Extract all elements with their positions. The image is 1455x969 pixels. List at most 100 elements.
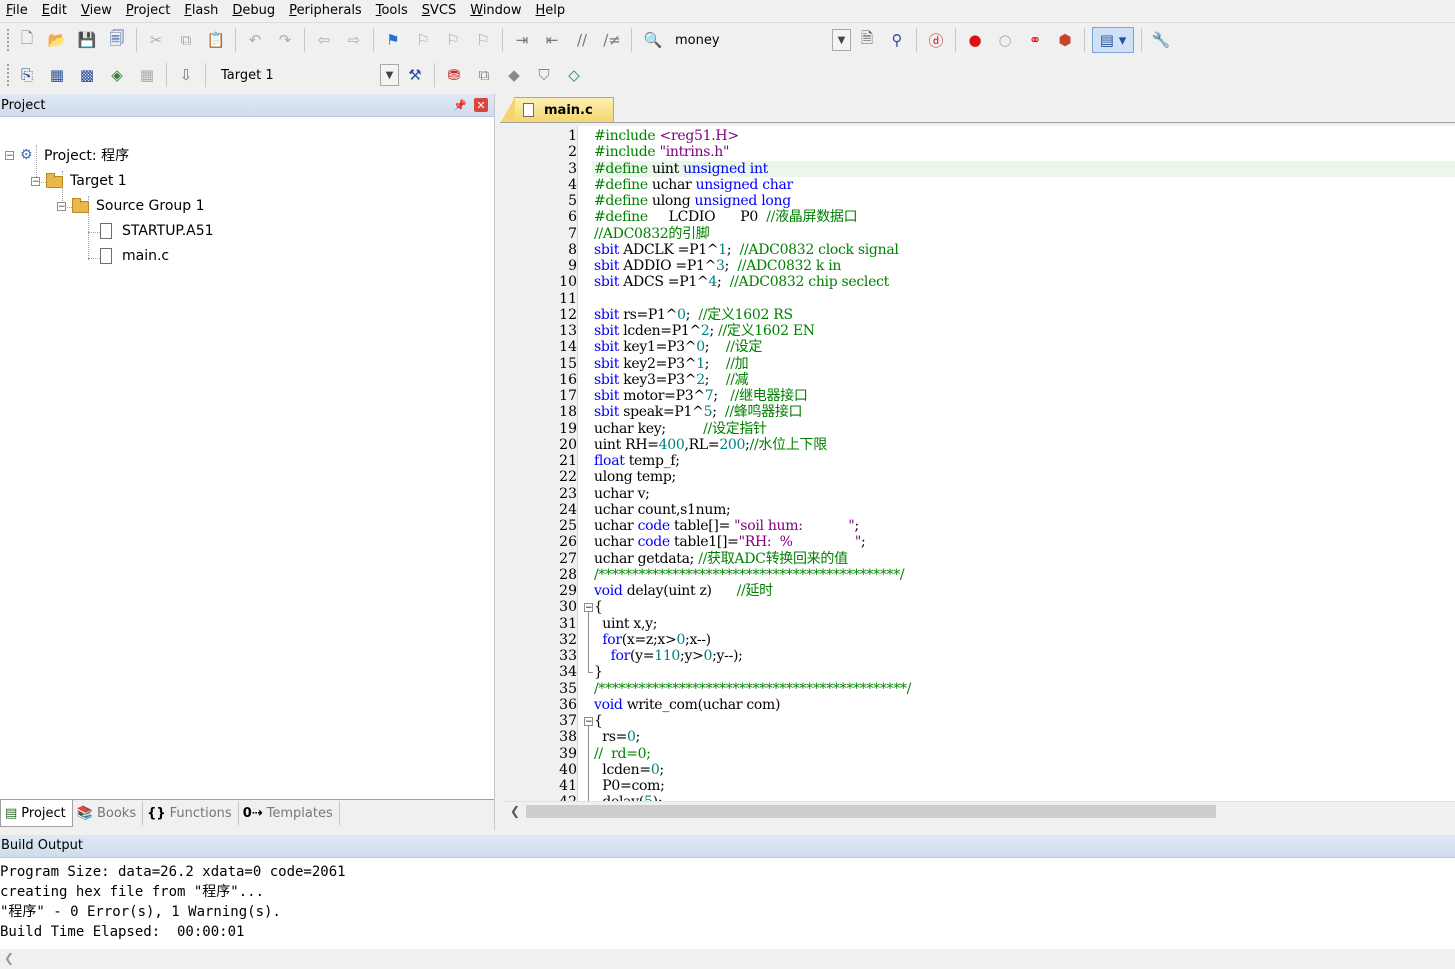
code-line[interactable]: sbit rs=P1^0; //定义1602 RS <box>594 307 793 323</box>
new-file-icon[interactable]: 🗋 <box>15 28 39 52</box>
code-line[interactable]: // rd=0; <box>594 746 651 762</box>
tab-templates[interactable]: 0⇢ Templates <box>239 801 340 825</box>
code-line[interactable]: lcden=0; <box>594 762 664 778</box>
code-line[interactable]: void write_com(uchar com) <box>594 697 780 713</box>
tab-books[interactable]: 📚 Books <box>73 801 144 825</box>
menu-help[interactable]: Help <box>530 0 574 21</box>
code-line[interactable]: sbit key2=P3^1; //加 <box>594 356 749 372</box>
tree-item-source-group[interactable]: − Source Group 1 <box>57 195 205 217</box>
code-line[interactable]: uint x,y; <box>594 616 657 632</box>
nav-back-icon[interactable]: ⇦ <box>312 28 336 52</box>
menu-flash[interactable]: Flash <box>178 0 226 21</box>
tab-functions[interactable]: {} Functions <box>143 801 239 825</box>
code-line[interactable]: //ADC0832的引脚 <box>594 226 710 242</box>
toolbar-grip[interactable] <box>6 63 10 87</box>
unindent-icon[interactable]: ⇤ <box>540 28 564 52</box>
code-line[interactable]: uint RH=400,RL=200;//水位上下限 <box>594 437 827 453</box>
code-line[interactable]: uchar code table[]= "soil hum: "; <box>594 518 859 534</box>
code-editor[interactable]: 1 2 3 4 5 6 7 8 9 10 11 12 13 14 15 16 17 18 19 20 21 22 23 24 2… <box>504 126 1455 801</box>
close-icon[interactable]: ✕ <box>474 98 488 112</box>
code-line[interactable]: } <box>594 664 603 680</box>
copy-icon[interactable]: ⧉ <box>174 28 198 52</box>
nav-forward-icon[interactable]: ⇨ <box>342 28 366 52</box>
code-line[interactable]: #define LCDIO P0 //液晶屏数据口 <box>594 209 858 225</box>
batch-build-icon[interactable]: ◈ <box>105 63 129 87</box>
find-icon[interactable]: 🗎 <box>855 28 879 52</box>
save-all-icon[interactable]: 🗐 <box>105 28 129 52</box>
comment-icon[interactable]: // <box>570 28 594 52</box>
configure-icon[interactable]: 🔧 <box>1149 28 1173 52</box>
code-line[interactable]: sbit key1=P3^0; //设定 <box>594 339 762 355</box>
download-icon[interactable]: ⇩ <box>174 63 198 87</box>
pin-icon[interactable]: 📌 <box>452 99 468 112</box>
code-line[interactable]: #include "intrins.h" <box>594 144 729 160</box>
breakpoint-disable-icon[interactable]: ○ <box>993 28 1017 52</box>
tab-main-c[interactable]: main.c <box>501 97 614 122</box>
find-value[interactable]: money <box>669 33 832 48</box>
redo-icon[interactable]: ↷ <box>273 28 297 52</box>
breakpoint-kill-all-icon[interactable]: ⬢ <box>1053 28 1077 52</box>
code-line[interactable]: sbit ADCS =P1^4; //ADC0832 chip seclect <box>594 274 889 290</box>
indent-icon[interactable]: ⇥ <box>510 28 534 52</box>
code-line[interactable]: sbit ADDIO =P1^3; //ADC0832 k in <box>594 258 841 274</box>
code-line[interactable]: #define uint unsigned int <box>594 161 768 177</box>
select-packs-icon[interactable]: ◆ <box>502 63 526 87</box>
scroll-left-icon[interactable]: ❮ <box>4 951 14 965</box>
code-line[interactable]: sbit key3=P3^2; //减 <box>594 372 749 388</box>
menu-debug[interactable]: Debug <box>226 0 283 21</box>
code-line[interactable]: sbit ADCLK =P1^1; //ADC0832 clock signal <box>594 242 899 258</box>
code-line[interactable]: uchar key; //设定指针 <box>594 421 767 437</box>
menu-svcs[interactable]: SVCS <box>416 0 465 21</box>
window-layout-icon[interactable]: ▤ ▾ <box>1092 27 1134 53</box>
paste-icon[interactable]: 📋 <box>204 28 228 52</box>
code-line[interactable]: for(x=z;x>0;x--) <box>594 632 711 648</box>
code-line[interactable]: /***************************************… <box>594 681 911 697</box>
manage-components-icon[interactable]: ⧉ <box>472 63 496 87</box>
menu-tools[interactable]: Tools <box>370 0 416 21</box>
debug-session-icon[interactable]: ⓓ <box>924 28 948 52</box>
code-line[interactable]: sbit lcden=P1^2; //定义1602 EN <box>594 323 815 339</box>
code-line[interactable]: #define ulong unsigned long <box>594 193 791 209</box>
toolbar-grip[interactable] <box>6 28 10 52</box>
menu-project[interactable]: Project <box>120 0 179 21</box>
collapse-icon[interactable]: − <box>5 150 14 160</box>
code-line[interactable]: void delay(uint z) //延时 <box>594 583 773 599</box>
target-value[interactable]: Target 1 <box>215 68 380 83</box>
build-output-scrollbar[interactable]: ❮ <box>0 949 1455 969</box>
chevron-down-icon[interactable]: ▼ <box>832 29 851 51</box>
horizontal-scrollbar[interactable]: ❮ <box>504 801 1455 820</box>
code-line[interactable]: delay(5); <box>594 794 662 801</box>
file-extensions-icon[interactable]: ⛃ <box>442 63 466 87</box>
code-line[interactable]: #define uchar unsigned char <box>594 177 793 193</box>
code-line[interactable]: uchar code table1[]="RH: % "; <box>594 534 866 550</box>
menu-file[interactable]: File <box>0 0 36 21</box>
bookmark-next-icon[interactable]: ⚐ <box>441 28 465 52</box>
tab-project[interactable]: ▤ Project <box>0 800 73 827</box>
breakpoint-insert-icon[interactable]: ● <box>963 28 987 52</box>
menu-window[interactable]: Window <box>464 0 529 21</box>
menu-edit[interactable]: Edit <box>36 0 75 21</box>
target-select[interactable]: Target 1 ▼ <box>214 63 400 87</box>
code-line[interactable]: for(y=110;y>0;y--); <box>594 648 743 664</box>
incremental-find-icon[interactable]: ⚲ <box>885 28 909 52</box>
tree-item-file[interactable]: main.c <box>98 245 169 267</box>
bookmark-toggle-icon[interactable]: ⚑ <box>381 28 405 52</box>
code-line[interactable]: #include <reg51.H> <box>594 128 739 144</box>
breakpoint-disable-all-icon[interactable]: ⚭ <box>1023 28 1047 52</box>
menu-view[interactable]: View <box>75 0 120 21</box>
scrollbar-thumb[interactable] <box>526 805 1216 818</box>
code-line[interactable]: ulong temp; <box>594 469 676 485</box>
tree-item-project[interactable]: − ⚙ Project: 程序 <box>5 144 129 166</box>
code-line[interactable]: P0=com; <box>594 778 665 794</box>
bookmark-clear-icon[interactable]: ⚐ <box>471 28 495 52</box>
code-line[interactable]: sbit motor=P3^7; //继电器接口 <box>594 388 808 404</box>
fold-collapse-icon[interactable]: − <box>584 603 593 613</box>
tree-item-target[interactable]: − Target 1 <box>31 170 127 192</box>
bookmark-prev-icon[interactable]: ⚐ <box>411 28 435 52</box>
code-line[interactable]: uchar v; <box>594 486 650 502</box>
cut-icon[interactable]: ✂ <box>144 28 168 52</box>
target-options-icon[interactable]: ⚒ <box>403 63 427 87</box>
find-combo[interactable]: 🔍 money ▼ <box>640 28 852 52</box>
code-line[interactable]: { <box>594 713 603 729</box>
code-line[interactable]: { <box>594 599 603 615</box>
